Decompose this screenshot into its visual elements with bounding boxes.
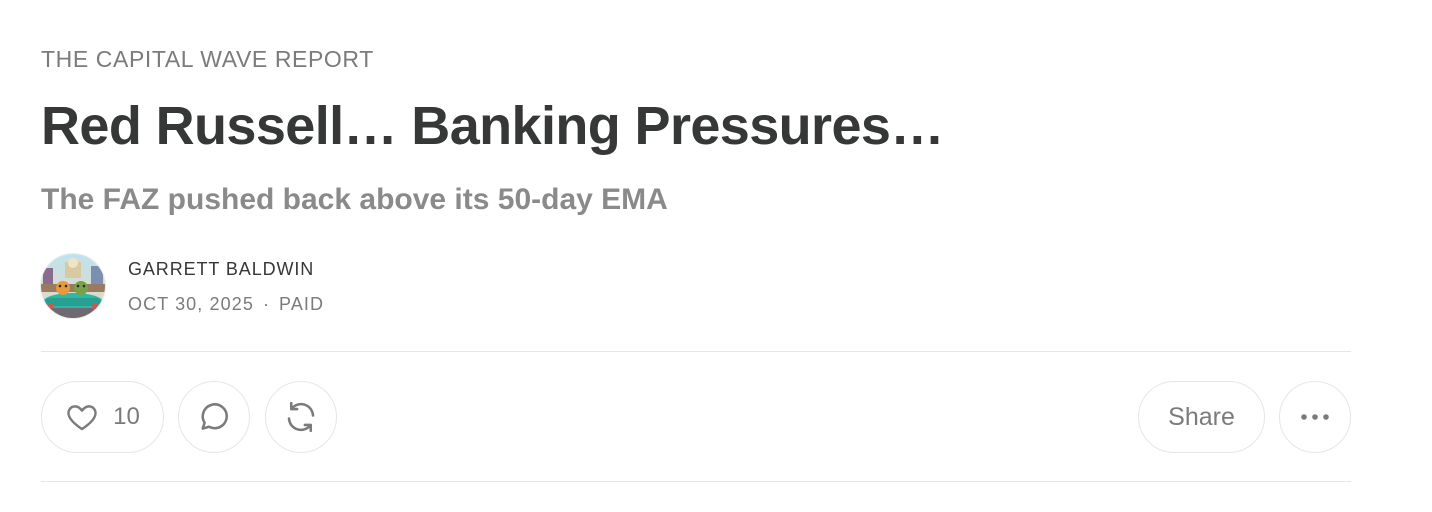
post-meta: OCT 30, 2025 · PAID: [128, 293, 324, 315]
meta-separator: ·: [262, 294, 271, 314]
author-avatar[interactable]: [41, 254, 105, 318]
like-button[interactable]: 10: [41, 381, 164, 453]
comment-button[interactable]: [178, 381, 250, 453]
share-label: Share: [1168, 403, 1235, 431]
restack-arrows-icon: [283, 399, 319, 435]
avatar-image: [41, 254, 105, 318]
more-options-button[interactable]: [1279, 381, 1351, 453]
restack-button[interactable]: [265, 381, 337, 453]
publication-name[interactable]: THE CAPITAL WAVE REPORT: [41, 45, 374, 73]
share-button[interactable]: Share: [1138, 381, 1265, 453]
ellipsis-icon: [1298, 412, 1332, 422]
post-title: Red Russell… Banking Pressures…: [41, 96, 944, 156]
post-date: OCT 30, 2025: [128, 294, 254, 314]
byline: GARRETT BALDWIN OCT 30, 2025 · PAID: [41, 254, 641, 318]
post-subtitle: The FAZ pushed back above its 50-day EMA: [41, 183, 668, 216]
post-action-bar: 10 Share: [41, 381, 1351, 453]
author-name[interactable]: GARRETT BALDWIN: [128, 258, 314, 280]
divider-top: [41, 351, 1351, 352]
like-count: 10: [113, 403, 140, 430]
heart-icon: [65, 400, 99, 434]
divider-bottom: [41, 481, 1351, 482]
access-label: PAID: [279, 294, 325, 314]
comment-bubble-icon: [196, 399, 232, 435]
